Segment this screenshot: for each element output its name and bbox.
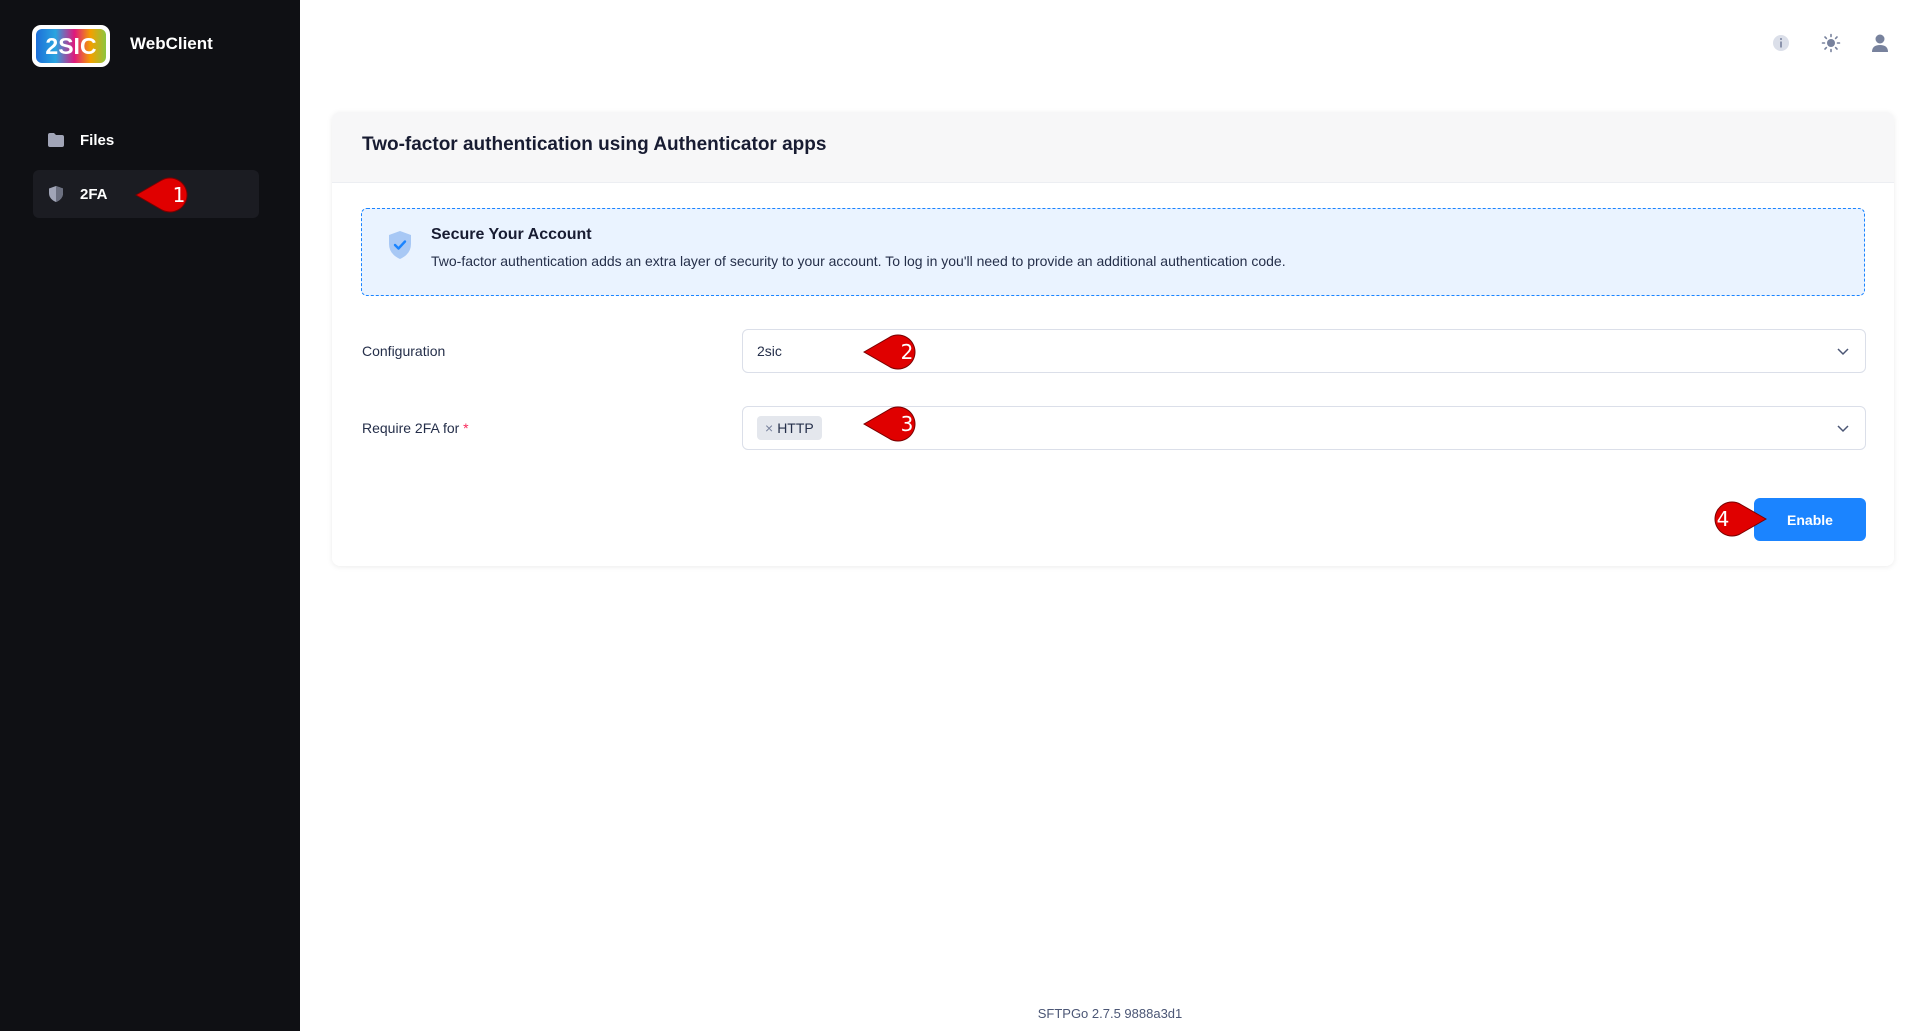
theme-sun-icon[interactable] xyxy=(1820,32,1842,54)
configuration-label: Configuration xyxy=(362,343,446,359)
footer-version: SFTPGo 2.7.5 9888a3d1 xyxy=(1037,1006,1183,1021)
configuration-value: 2sic xyxy=(757,343,782,359)
chevron-down-icon xyxy=(1837,425,1849,433)
sidebar: 2SIC WebClient Files 2FA 1 xyxy=(0,0,300,1031)
callout-number: 2 xyxy=(900,340,914,364)
callout-marker-2: 2 xyxy=(862,330,924,374)
require-2fa-label-text: Require 2FA for xyxy=(362,420,460,436)
user-icon[interactable] xyxy=(1869,32,1891,54)
callout-marker-4: 4 xyxy=(1706,497,1768,541)
sidebar-item-files[interactable]: Files xyxy=(33,116,259,164)
app-logo[interactable]: 2SIC xyxy=(32,25,110,67)
page-title: Two-factor authentication using Authenti… xyxy=(362,134,827,155)
required-mark: * xyxy=(463,420,469,436)
security-notice: Secure Your Account Two-factor authentic… xyxy=(361,208,1865,296)
notice-text: Two-factor authentication adds an extra … xyxy=(431,253,1286,269)
sidebar-item-label: 2FA xyxy=(80,185,108,203)
two-factor-card: Two-factor authentication using Authenti… xyxy=(332,112,1894,566)
require-2fa-label: Require 2FA for * xyxy=(362,420,469,436)
shield-check-icon xyxy=(389,231,411,259)
callout-marker-1: 1 xyxy=(134,173,196,217)
app-title: WebClient xyxy=(130,34,213,53)
enable-button[interactable]: Enable xyxy=(1754,498,1866,541)
tag-remove-icon[interactable]: × xyxy=(765,420,773,436)
callout-number: 3 xyxy=(900,412,914,436)
protocol-tag: × HTTP xyxy=(757,416,822,440)
folder-icon xyxy=(46,130,66,150)
shield-icon xyxy=(46,184,66,204)
card-header: Two-factor authentication using Authenti… xyxy=(332,112,1894,183)
callout-number: 4 xyxy=(1716,507,1730,531)
callout-number: 1 xyxy=(172,183,186,207)
notice-title: Secure Your Account xyxy=(431,226,592,243)
chevron-down-icon xyxy=(1837,348,1849,356)
logo-text: 2SIC xyxy=(36,29,106,63)
sidebar-item-label: Files xyxy=(80,131,115,149)
callout-marker-3: 3 xyxy=(862,402,924,446)
tag-label: HTTP xyxy=(777,420,814,436)
info-icon[interactable] xyxy=(1770,32,1792,54)
